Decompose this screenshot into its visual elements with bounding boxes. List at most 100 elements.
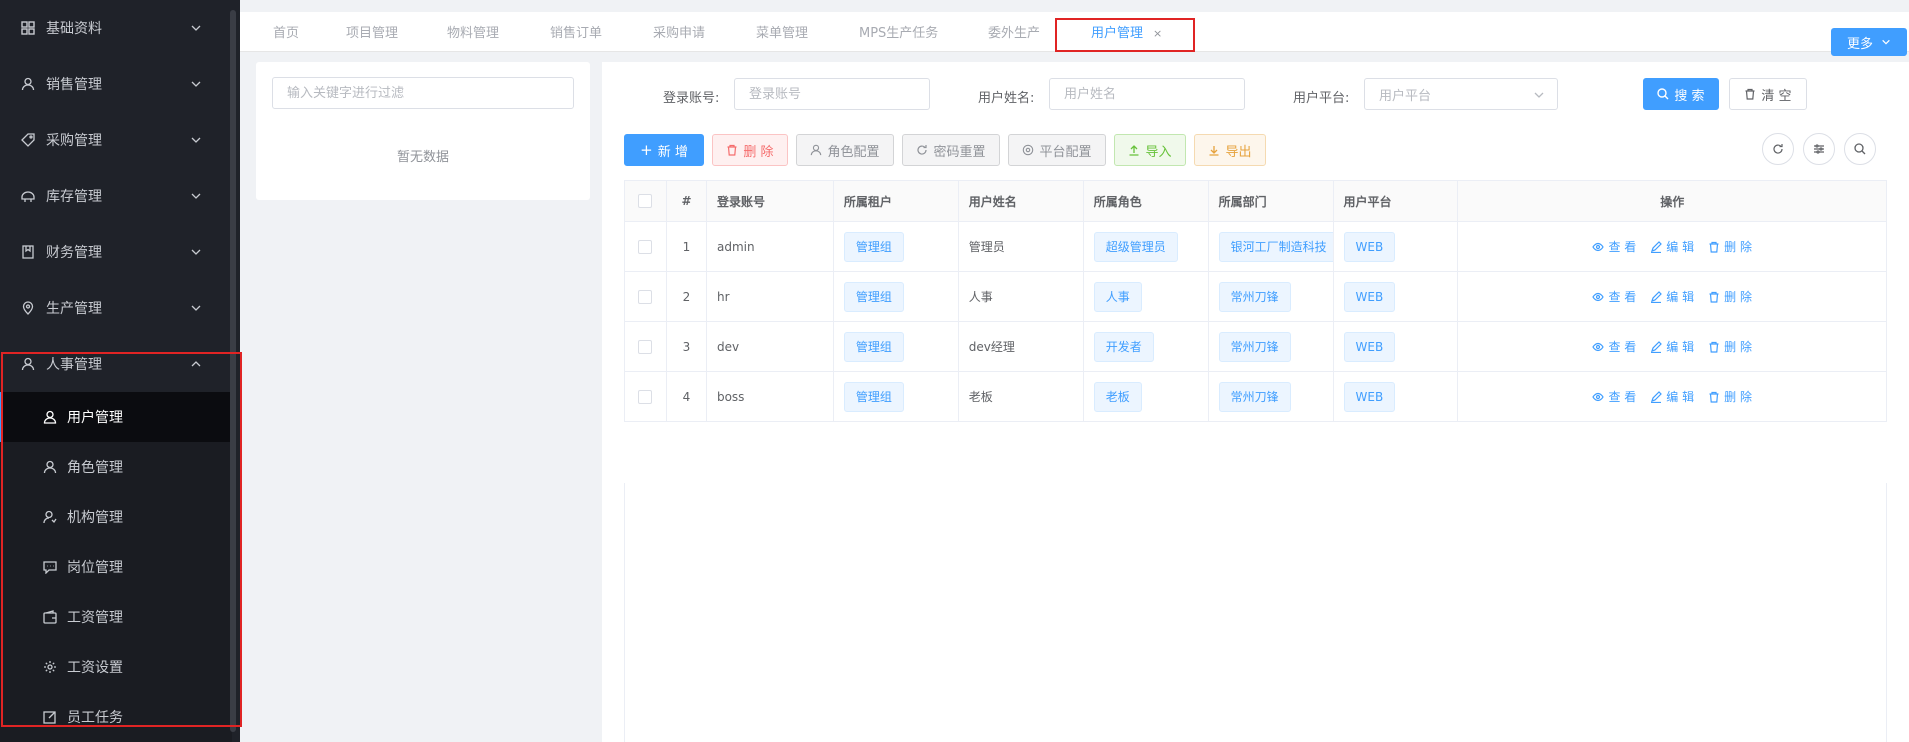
row-checkbox[interactable] <box>638 339 653 354</box>
add-button[interactable]: + 新 增 <box>624 134 704 166</box>
delete-label: 删 除 <box>1724 390 1752 404</box>
column-settings-button[interactable] <box>1803 133 1835 165</box>
tab-outsourced-production[interactable]: 委外生产 <box>988 22 1040 41</box>
edit-button[interactable]: 编 辑 <box>1650 338 1694 355</box>
tenant-tag: 管理组 <box>843 281 904 312</box>
search-icon <box>1854 143 1866 155</box>
clear-button[interactable]: 清 空 <box>1729 78 1807 110</box>
platform-config-button[interactable]: 平台配置 <box>1008 134 1106 166</box>
role-tag: 超级管理员 <box>1093 231 1178 262</box>
row-account: boss <box>707 372 834 421</box>
tab-menu-management[interactable]: 菜单管理 <box>756 22 808 41</box>
row-checkbox[interactable] <box>638 389 653 404</box>
view-button[interactable]: 查 看 <box>1592 288 1636 305</box>
tab-project-management[interactable]: 项目管理 <box>346 22 398 41</box>
sidebar-item-salary-management[interactable]: 工资管理 <box>0 592 232 642</box>
search-button-label: 搜 索 <box>1674 88 1705 104</box>
gear-icon <box>42 660 57 675</box>
account-input[interactable] <box>734 78 930 110</box>
export-button[interactable]: 导出 <box>1194 134 1266 166</box>
row-name: 老板 <box>959 372 1084 421</box>
menu-hr[interactable]: 人事管理 <box>0 336 232 392</box>
platform-label: 用户平台: <box>1293 91 1350 106</box>
name-input[interactable] <box>1049 78 1245 110</box>
menu-production[interactable]: 生产管理 <box>0 280 232 336</box>
table-row: 1 admin 管理组 管理员 超级管理员 银河工厂制造科技 WEB 查 看 编… <box>625 222 1888 272</box>
delete-button[interactable]: 删 除 <box>1708 338 1752 355</box>
plus-icon: + <box>640 141 653 159</box>
chevron-down-icon <box>191 25 201 31</box>
dept-tag: 常州刀锋 <box>1218 381 1291 412</box>
edit-button[interactable]: 编 辑 <box>1650 238 1694 255</box>
menu-sales[interactable]: 销售管理 <box>0 56 232 112</box>
edit-label: 编 辑 <box>1666 340 1695 354</box>
delete-label: 删 除 <box>1724 240 1752 254</box>
clear-button-label: 清 空 <box>1761 88 1792 104</box>
edit-icon <box>42 710 57 725</box>
sidebar-item-post-management[interactable]: 岗位管理 <box>0 542 232 592</box>
sidebar-item-salary-settings[interactable]: 工资设置 <box>0 642 232 692</box>
user-icon <box>20 356 36 372</box>
menu-inventory[interactable]: 库存管理 <box>0 168 232 224</box>
header-select-all[interactable] <box>625 181 667 221</box>
sidebar-item-employee-tasks[interactable]: 员工任务 <box>0 692 232 742</box>
user-icon <box>42 460 57 475</box>
export-button-label: 导出 <box>1225 144 1252 160</box>
platform-select[interactable]: 用户平台 <box>1364 78 1558 110</box>
edit-button[interactable]: 编 辑 <box>1650 288 1694 305</box>
tab-mps-tasks[interactable]: MPS生产任务 <box>859 22 938 41</box>
more-button[interactable]: 更多 <box>1831 28 1907 56</box>
menu-purchase[interactable]: 采购管理 <box>0 112 232 168</box>
tab-sales-orders[interactable]: 销售订单 <box>550 22 602 41</box>
import-button[interactable]: 导入 <box>1114 134 1186 166</box>
tree-filter-input[interactable] <box>272 77 574 109</box>
view-button[interactable]: 查 看 <box>1592 338 1636 355</box>
sidebar-item-user-management[interactable]: 用户管理 <box>0 392 232 442</box>
row-name: 管理员 <box>959 222 1084 271</box>
delete-button[interactable]: 删 除 <box>1708 388 1752 405</box>
trash-icon <box>1745 88 1755 100</box>
tab-material-management[interactable]: 物料管理 <box>447 22 499 41</box>
tab-purchase-requests[interactable]: 采购申请 <box>653 22 705 41</box>
row-name: 人事 <box>959 272 1084 321</box>
sidebar-item-org-management[interactable]: 机构管理 <box>0 492 232 542</box>
menu-finance[interactable]: 财务管理 <box>0 224 232 280</box>
notebook-icon <box>20 244 36 260</box>
location-icon <box>20 300 36 316</box>
tenant-tag: 管理组 <box>843 331 904 362</box>
row-index: 1 <box>667 222 707 271</box>
header-index: # <box>667 181 707 221</box>
reset-password-button[interactable]: 密码重置 <box>902 134 1000 166</box>
row-checkbox[interactable] <box>638 289 653 304</box>
row-name: dev经理 <box>959 322 1084 371</box>
gear-icon <box>1023 144 1034 156</box>
view-label: 查 看 <box>1608 290 1637 304</box>
chevron-down-icon <box>191 81 201 87</box>
role-tag: 开发者 <box>1093 331 1154 362</box>
header-name: 用户姓名 <box>959 181 1084 221</box>
reset-password-label: 密码重置 <box>933 144 986 160</box>
edit-button[interactable]: 编 辑 <box>1650 388 1694 405</box>
toggle-search-button[interactable] <box>1844 133 1876 165</box>
menu-basic-data[interactable]: 基础资料 <box>0 0 232 56</box>
row-account: dev <box>707 322 834 371</box>
role-config-button[interactable]: 角色配置 <box>796 134 894 166</box>
tab-home[interactable]: 首页 <box>273 22 299 41</box>
tag-icon <box>20 132 36 148</box>
refresh-button[interactable] <box>1762 133 1794 165</box>
search-button[interactable]: 搜 索 <box>1643 78 1719 110</box>
table-header: # 登录账号 所属租户 用户姓名 所属角色 所属部门 用户平台 操作 <box>625 181 1888 222</box>
checkbox[interactable] <box>638 194 653 208</box>
sliders-icon <box>1814 144 1824 154</box>
grid-icon <box>20 20 36 36</box>
view-button[interactable]: 查 看 <box>1592 388 1636 405</box>
row-checkbox[interactable] <box>638 239 653 254</box>
sidebar-item-role-management[interactable]: 角色管理 <box>0 442 232 492</box>
chevron-down-icon <box>191 137 201 143</box>
delete-button[interactable]: 删 除 <box>712 134 788 166</box>
view-button[interactable]: 查 看 <box>1592 238 1636 255</box>
account-label: 登录账号: <box>663 91 720 106</box>
delete-button[interactable]: 删 除 <box>1708 238 1752 255</box>
delete-button[interactable]: 删 除 <box>1708 288 1752 305</box>
row-account: hr <box>707 272 834 321</box>
